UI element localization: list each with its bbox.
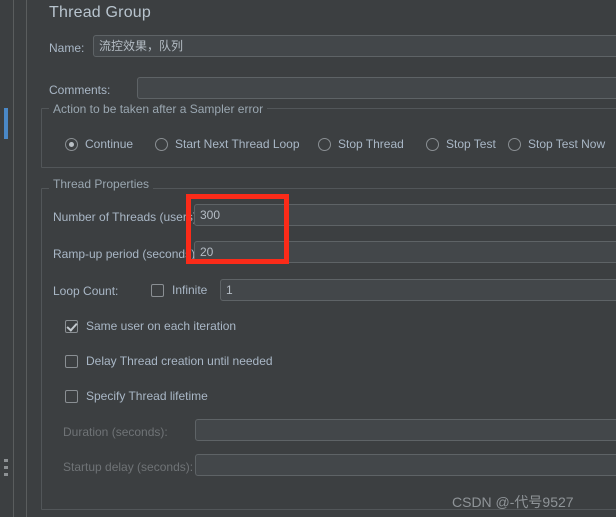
checkbox-infinite[interactable]: Infinite [151,281,207,299]
thread-properties-group-title: Thread Properties [49,177,154,191]
number-of-threads-label: Number of Threads (users): [53,210,201,224]
startup-delay-input[interactable] [195,454,616,476]
radio-dot-icon [65,137,78,151]
loop-count-label: Loop Count: [53,284,119,298]
loop-count-input[interactable]: 1 [220,279,616,301]
selection-marker [4,108,8,139]
radio-stop-thread[interactable]: Stop Thread [318,135,404,153]
checkbox-label: Same user on each iteration [86,319,237,333]
checkbox-box-icon [65,319,78,333]
radio-label: Start Next Thread Loop [175,137,300,151]
sampler-error-group-title: Action to be taken after a Sampler error [49,102,268,116]
rampup-period-label: Ramp-up period (seconds): [53,247,199,261]
radio-stop-test-now[interactable]: Stop Test Now [508,135,605,153]
startup-delay-label: Startup delay (seconds): [63,460,194,474]
radio-dot-icon [318,137,331,151]
checkbox-same-user-on-each-iteration[interactable]: Same user on each iteration [65,317,236,335]
checkbox-box-icon [65,354,78,368]
radio-continue[interactable]: Continue [65,135,133,153]
comments-label: Comments: [49,83,111,97]
radio-start-next-thread-loop[interactable]: Start Next Thread Loop [155,135,300,153]
thread-group-panel: Thread Group Name: 流控效果，队列 Comments: Act… [26,0,616,517]
watermark-text: CSDN @-代号9527 [452,494,574,510]
duration-label: Duration (seconds): [63,425,168,439]
checkbox-label: Infinite [172,283,208,297]
duration-input[interactable] [195,419,616,441]
split-pane-divider[interactable] [0,0,14,517]
checkbox-box-icon [65,389,78,403]
grip-dot [4,473,8,476]
page-title: Thread Group [49,4,152,21]
radio-dot-icon [508,137,521,151]
radio-label: Stop Thread [338,137,404,151]
comments-input[interactable] [137,77,616,99]
checkbox-label: Specify Thread lifetime [86,389,208,403]
checkbox-label: Delay Thread creation until needed [86,354,273,368]
radio-dot-icon [155,137,168,151]
checkbox-specify-thread-lifetime[interactable]: Specify Thread lifetime [65,387,208,405]
grip-dot [4,459,8,462]
splitter-grip-handle[interactable] [4,459,8,481]
radio-label: Stop Test Now [528,137,606,151]
name-label: Name: [49,41,85,55]
radio-dot-icon [426,137,439,151]
radio-stop-test[interactable]: Stop Test [426,135,496,153]
radio-label: Stop Test [446,137,496,151]
name-input[interactable]: 流控效果，队列 [93,35,616,57]
grip-dot [4,466,8,469]
checkbox-box-icon [151,283,164,297]
radio-label: Continue [85,137,134,151]
number-of-threads-input[interactable]: 300 [194,204,616,226]
rampup-period-input[interactable]: 20 [194,241,616,263]
checkbox-delay-thread-creation[interactable]: Delay Thread creation until needed [65,352,273,370]
